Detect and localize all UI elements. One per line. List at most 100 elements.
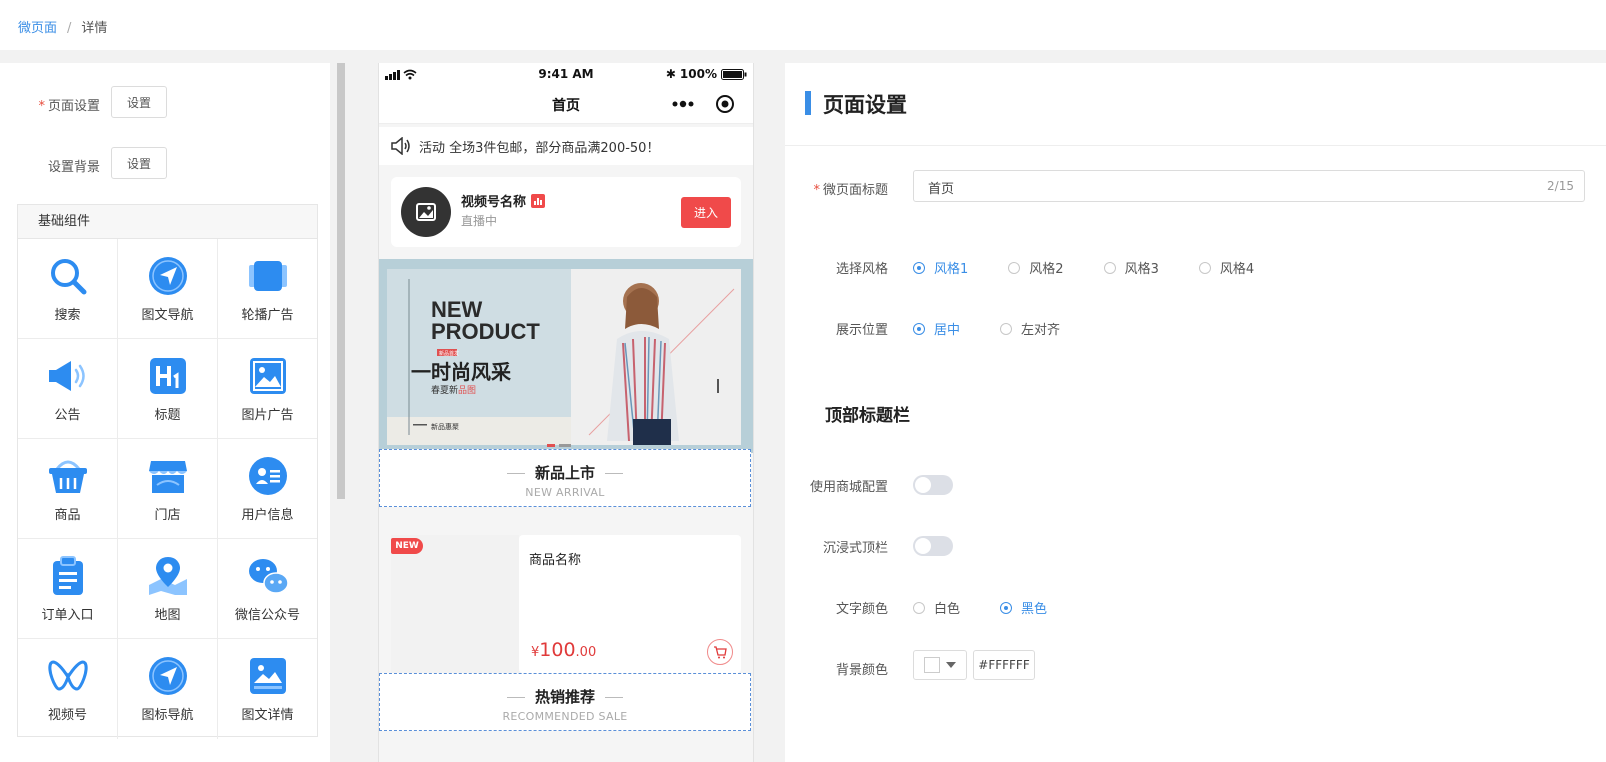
section-title-recommended[interactable]: 热销推荐 RECOMMENDED SALE	[379, 673, 751, 731]
component-icon-nav[interactable]: 图标导航	[118, 639, 218, 739]
radio-style-4[interactable]: 风格4	[1198, 258, 1254, 277]
banner-footer: 新品惠聚	[431, 422, 459, 431]
radio-circle	[913, 322, 925, 335]
color-swatch	[924, 657, 940, 673]
style-label: 选择风格	[835, 262, 888, 277]
breadcrumb: 微页面 / 详情	[18, 17, 107, 36]
speaker-icon	[391, 137, 410, 155]
text-color-label: 文字颜色	[835, 602, 888, 617]
more-dots-icon[interactable]	[672, 100, 694, 108]
product-image	[391, 535, 519, 673]
background-setting-button[interactable]: 设置	[111, 147, 167, 179]
radio-style-3[interactable]: 风格3	[1103, 258, 1159, 277]
channels-icon	[48, 660, 87, 691]
component-label: 标题	[154, 407, 181, 423]
radio-left-align[interactable]: 左对齐	[1000, 319, 1060, 338]
product-card[interactable]: NEW 商品名称 ¥100.00	[379, 521, 753, 686]
component-carousel[interactable]: 轮播广告	[218, 239, 317, 339]
status-bar: 9:41 AM ✱ 100%	[379, 63, 753, 85]
top-bar: 微页面 / 详情	[0, 0, 1606, 50]
section-title-new-arrival[interactable]: 新品上市 NEW ARRIVAL	[379, 449, 751, 507]
text-color-row: 文字颜色 白色 黑色	[785, 589, 1606, 623]
basic-components: 基础组件 搜索 图文导航 轮播广告 公告 标题 图片广告 商品 门店 用户信息 …	[17, 204, 318, 739]
component-label: 图文详情	[241, 708, 294, 723]
component-panel: * 页面设置 设置 设置背景 设置 基础组件 搜索 图文导航 轮播广告 公告 标…	[0, 63, 330, 762]
page-setting-button[interactable]: 设置	[111, 86, 167, 118]
component-label: 图文导航	[141, 307, 194, 323]
component-order-entry[interactable]: 订单入口	[18, 539, 118, 639]
radio-style-2[interactable]: 风格2	[1008, 258, 1064, 277]
banner-headline-2: PRODUCT	[431, 319, 540, 344]
component-map[interactable]: 地图	[118, 539, 218, 639]
component-notice[interactable]: 公告	[18, 339, 118, 439]
component-label: 图片广告	[241, 407, 294, 423]
bg-color-hex-input[interactable]: #FFFFFF	[973, 650, 1035, 680]
banner-cn-title: 一时尚风采	[411, 360, 511, 384]
left-scrollbar[interactable]	[337, 63, 345, 499]
wechat-icon	[248, 558, 289, 594]
mini-program-capsule	[661, 89, 745, 119]
target-close-icon[interactable]	[715, 94, 735, 114]
store-icon	[148, 460, 187, 493]
basic-components-title: 基础组件	[18, 205, 317, 239]
background-setting-label: 设置背景	[47, 160, 100, 175]
style-radio-group: 风格1 风格2 风格3 风格4	[913, 258, 1294, 277]
compass-nav-icon	[148, 657, 187, 695]
breadcrumb-separator: /	[67, 21, 72, 36]
component-image-nav[interactable]: 图文导航	[118, 239, 218, 339]
banner-image[interactable]: NEW PRODUCT 新品首发 一时尚风采 春夏新品图 新品惠聚	[379, 259, 753, 453]
page-title-input[interactable]: 首页 2/15	[913, 170, 1585, 202]
component-heading[interactable]: 标题	[118, 339, 218, 439]
component-search[interactable]: 搜索	[18, 239, 118, 339]
phone-nav-bar: 首页	[379, 85, 753, 124]
component-goods[interactable]: 商品	[18, 439, 118, 539]
immersive-row: 沉浸式顶栏	[785, 528, 1606, 562]
notice-bar[interactable]: 活动 全场3件包邮，部分商品满200-50！	[379, 127, 753, 165]
settings-panel: 页面设置 * 微页面标题 首页 2/15 选择风格 风格1 风格2 风格3 风格4…	[785, 63, 1606, 762]
radio-circle	[1198, 261, 1211, 274]
component-store[interactable]: 门店	[118, 439, 218, 539]
enter-live-button[interactable]: 进入	[681, 197, 731, 228]
search-icon	[50, 258, 86, 294]
section-title-zh: 热销推荐	[380, 686, 750, 707]
add-to-cart-button[interactable]	[707, 639, 733, 665]
color-picker[interactable]	[913, 650, 967, 680]
char-counter: 2/15	[1547, 179, 1574, 193]
image-placeholder-icon	[416, 203, 436, 221]
radio-style-1[interactable]: 风格1	[913, 258, 968, 277]
component-user-info[interactable]: 用户信息	[218, 439, 317, 539]
megaphone-icon	[48, 360, 85, 391]
radio-black[interactable]: 黑色	[1000, 598, 1047, 617]
component-label: 地图	[154, 607, 181, 623]
page-setting-label: * 页面设置	[38, 99, 100, 114]
banner-cn-sub-2: 品图	[458, 385, 476, 396]
component-label: 视频号	[47, 708, 87, 723]
radio-white[interactable]: 白色	[913, 598, 960, 617]
product-info: 商品名称 ¥100.00	[519, 535, 741, 673]
image-icon	[249, 357, 286, 394]
settings-header: 页面设置	[785, 63, 1606, 146]
radio-circle	[1103, 261, 1116, 274]
page-title-value: 首页	[928, 182, 955, 197]
style-row: 选择风格 风格1 风格2 风格3 风格4	[785, 249, 1606, 283]
battery-icon	[721, 68, 747, 80]
component-label: 图标导航	[141, 708, 194, 723]
radio-center[interactable]: 居中	[913, 319, 960, 338]
component-image-ad[interactable]: 图片广告	[218, 339, 317, 439]
component-wechat-official[interactable]: 微信公众号	[218, 539, 317, 639]
page-title-row: * 微页面标题 首页 2/15	[785, 170, 1606, 204]
breadcrumb-link-micro-page[interactable]: 微页面	[18, 21, 57, 36]
component-label: 订单入口	[41, 607, 94, 623]
bg-color-label: 背景颜色	[835, 663, 888, 678]
mall-config-toggle[interactable]	[913, 475, 953, 495]
cart-icon	[714, 645, 727, 658]
component-channels[interactable]: 视频号	[18, 639, 118, 739]
text-color-radio-group: 白色 黑色	[913, 598, 1087, 617]
immersive-toggle[interactable]	[913, 536, 953, 556]
bluetooth-icon: ✱	[665, 67, 676, 81]
component-image-text-detail[interactable]: 图文详情	[218, 639, 317, 739]
component-label: 搜索	[54, 307, 81, 323]
component-label: 微信公众号	[234, 607, 300, 623]
basket-icon	[48, 460, 87, 493]
live-card[interactable]: 视频号名称 直播中 进入	[391, 177, 741, 247]
